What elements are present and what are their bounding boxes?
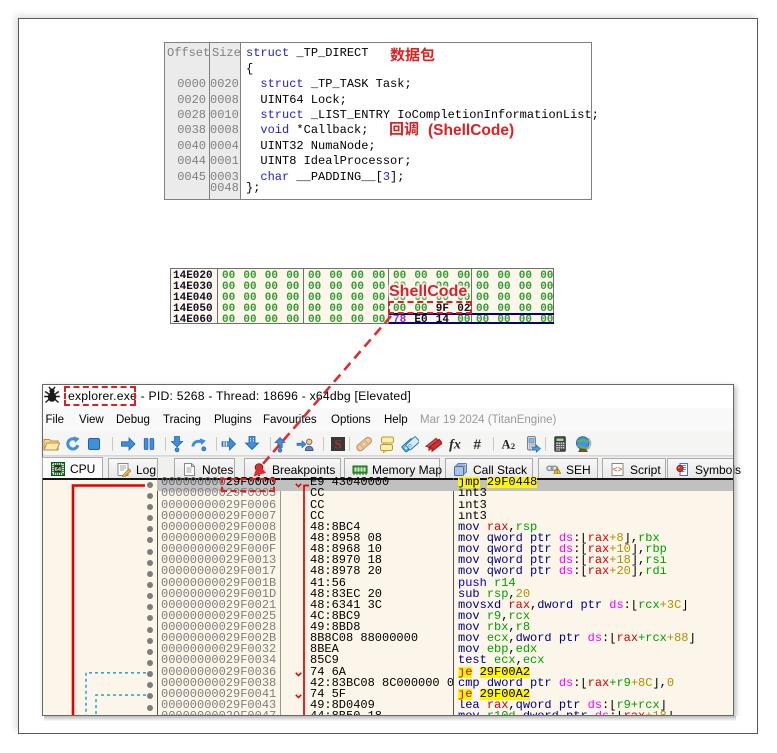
svg-text:!: ! xyxy=(556,469,558,475)
svg-text:A: A xyxy=(501,438,510,452)
svg-text:64: 64 xyxy=(55,467,62,473)
svg-text:fx: fx xyxy=(449,438,461,453)
svg-text:2: 2 xyxy=(510,441,514,451)
svg-text:#: # xyxy=(473,436,481,452)
svg-text:<>: <> xyxy=(613,466,623,475)
svg-text:S: S xyxy=(334,437,341,452)
